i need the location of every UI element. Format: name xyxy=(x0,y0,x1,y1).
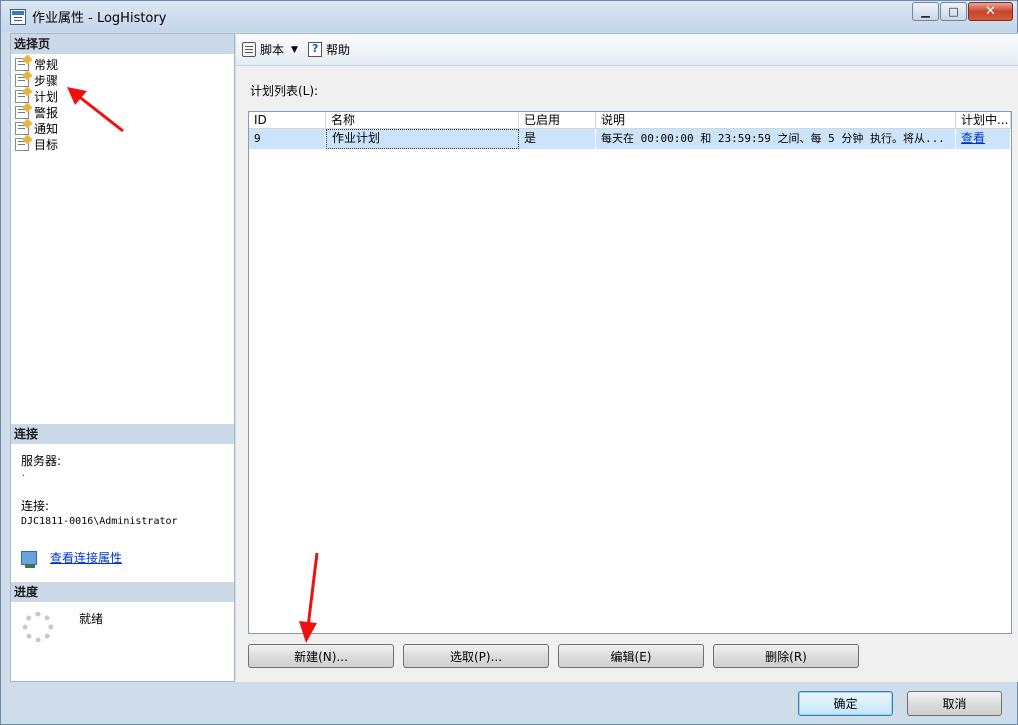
cell-id: 9 xyxy=(249,129,326,149)
right-panel: 脚本 ▼ 帮助 计划列表(L): ID 名称 已启用 说明 计划中... 9 作… xyxy=(236,33,1018,682)
schedule-grid[interactable]: ID 名称 已启用 说明 计划中... 9 作业计划 是 每天在 00:00:0… xyxy=(248,111,1012,634)
edit-button[interactable]: 编辑(E) xyxy=(558,644,704,668)
script-icon xyxy=(242,42,256,57)
maximize-icon: □ xyxy=(948,5,959,18)
progress-header: 进度 xyxy=(11,582,234,602)
annotation-arrow-schedules xyxy=(67,87,124,133)
page-item-label: 通知 xyxy=(34,121,59,136)
progress-section: 进度 就绪 xyxy=(11,582,234,642)
page-item-label: 警报 xyxy=(34,105,59,120)
connection-label: 连接: xyxy=(21,499,50,513)
window-icon xyxy=(10,8,26,25)
page-item-general[interactable]: 常规 xyxy=(11,56,234,72)
select-page-header: 选择页 xyxy=(11,34,234,54)
minimize-button[interactable]: ▁ xyxy=(912,2,939,21)
page-item-label: 目标 xyxy=(34,137,59,152)
connection-header: 连接 xyxy=(11,424,234,444)
column-header-schedule[interactable]: 计划中... xyxy=(956,112,1011,128)
help-icon xyxy=(307,42,322,57)
window-title: 作业属性 - LogHistory xyxy=(32,11,167,26)
column-header-name[interactable]: 名称 xyxy=(326,112,519,128)
dialog-footer: 确定 取消 xyxy=(784,691,1002,716)
connection-value: DJC1811-0016\Administrator xyxy=(21,516,178,527)
view-connection-properties-link[interactable]: 查看连接属性 xyxy=(50,549,122,566)
progress-spinner-icon xyxy=(23,612,53,642)
progress-body: 就绪 xyxy=(11,602,234,642)
page-icon xyxy=(15,73,29,87)
cell-schedule-link[interactable]: 查看 xyxy=(956,129,1011,149)
window-controls: ▁ □ ✕ xyxy=(911,2,1013,21)
schedule-action-buttons: 新建(N)... 选取(P)... 编辑(E) 删除(R) xyxy=(248,644,868,668)
pick-button[interactable]: 选取(P)... xyxy=(403,644,549,668)
view-connection-properties[interactable]: 查看连接属性 xyxy=(21,549,234,568)
new-button[interactable]: 新建(N)... xyxy=(248,644,394,668)
help-label: 帮助 xyxy=(325,43,350,57)
close-button[interactable]: ✕ xyxy=(968,2,1013,21)
job-properties-window: 作业属性 - LogHistory ▁ □ ✕ 选择页 常规 步骤 计划 警报 … xyxy=(0,0,1018,725)
page-icon xyxy=(15,89,29,103)
cancel-button[interactable]: 取消 xyxy=(907,691,1002,716)
page-icon xyxy=(15,57,29,71)
help-button[interactable]: 帮助 xyxy=(307,41,350,58)
cell-name[interactable]: 作业计划 xyxy=(326,129,519,149)
connection-body: 服务器: . 连接: DJC1811-0016\Administrator 查看… xyxy=(11,444,234,568)
connection-properties-icon xyxy=(21,550,37,568)
page-item-label: 步骤 xyxy=(34,73,59,88)
column-header-id[interactable]: ID xyxy=(249,112,326,128)
column-header-description[interactable]: 说明 xyxy=(596,112,956,128)
table-row[interactable]: 9 作业计划 是 每天在 00:00:00 和 23:59:59 之间、每 5 … xyxy=(249,129,1011,149)
page-item-label: 计划 xyxy=(34,89,59,104)
server-value: . xyxy=(22,468,26,479)
annotation-arrow-new xyxy=(299,552,319,643)
progress-status: 就绪 xyxy=(79,612,104,626)
maximize-button[interactable]: □ xyxy=(940,2,967,21)
schedule-list-label: 计划列表(L): xyxy=(250,84,319,98)
toolbar: 脚本 ▼ 帮助 xyxy=(236,34,1018,66)
delete-button[interactable]: 删除(R) xyxy=(713,644,859,668)
script-label: 脚本 xyxy=(260,43,285,57)
server-label: 服务器: xyxy=(21,454,62,468)
connection-section: 连接 服务器: . 连接: DJC1811-0016\Administrator… xyxy=(11,424,234,568)
ok-button[interactable]: 确定 xyxy=(798,691,893,716)
page-item-label: 常规 xyxy=(34,57,59,72)
page-icon xyxy=(15,105,29,119)
minimize-icon: ▁ xyxy=(921,5,930,18)
cell-description: 每天在 00:00:00 和 23:59:59 之间、每 5 分钟 执行。将从.… xyxy=(596,129,956,149)
chevron-down-icon[interactable]: ▼ xyxy=(291,45,298,55)
close-icon: ✕ xyxy=(985,4,996,19)
page-icon xyxy=(15,121,29,135)
column-header-enabled[interactable]: 已启用 xyxy=(519,112,596,128)
page-icon xyxy=(15,137,29,151)
title-bar[interactable]: 作业属性 - LogHistory ▁ □ ✕ xyxy=(1,1,1017,32)
cell-enabled: 是 xyxy=(519,129,596,149)
script-button[interactable]: 脚本 ▼ xyxy=(242,41,302,58)
grid-header: ID 名称 已启用 说明 计划中... xyxy=(249,112,1011,129)
